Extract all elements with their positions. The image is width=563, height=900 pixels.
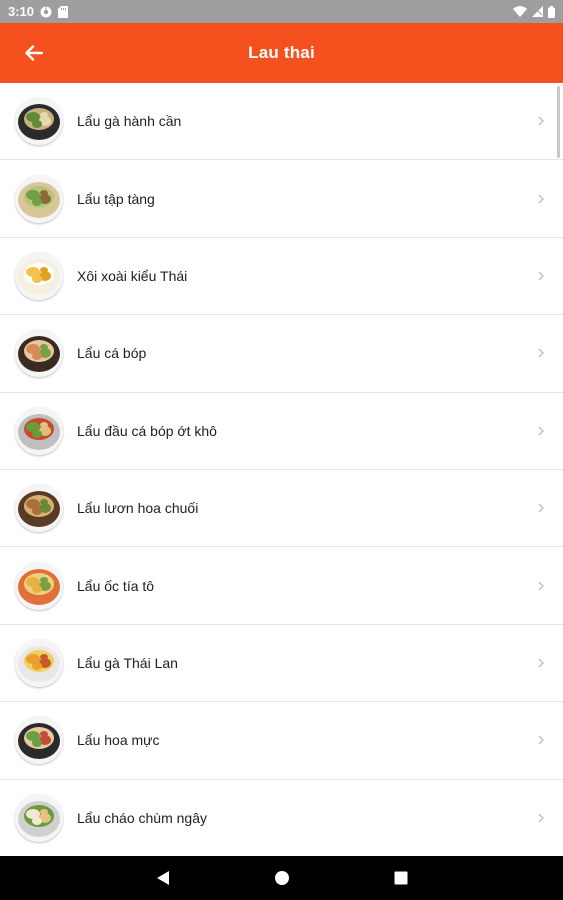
list-item[interactable]: Lẩu cá bóp <box>0 315 563 393</box>
list-item-label: Lẩu hoa mực <box>77 732 160 749</box>
chevron-right-icon <box>538 503 544 513</box>
list-item[interactable]: Lẩu đầu cá bóp ớt khô <box>0 393 563 470</box>
list-item[interactable]: Lẩu cháo chùm ngây <box>0 780 563 856</box>
chevron-right-icon <box>538 348 544 358</box>
dish-thumbnail <box>15 406 63 455</box>
nav-recents-button[interactable] <box>389 866 413 890</box>
sd-card-icon <box>58 5 69 18</box>
chevron-right-icon <box>538 735 544 745</box>
status-left: 3:10 <box>8 4 69 19</box>
list-item[interactable]: Lẩu gà hành cần <box>0 83 563 161</box>
list-item-label: Lẩu đầu cá bóp ớt khô <box>77 422 217 439</box>
app-bar: Lau thai <box>0 23 563 83</box>
list-item-label: Lẩu tập tàng <box>77 190 155 207</box>
status-time: 3:10 <box>8 4 35 19</box>
signal-icon <box>532 6 543 17</box>
chevron-right-icon <box>538 581 544 590</box>
nav-recents-icon <box>394 871 407 885</box>
list-item-label: Lẩu gà Thái Lan <box>77 654 178 671</box>
chevron-right-icon <box>538 813 544 823</box>
chevron-right-icon <box>538 271 544 281</box>
list-item[interactable]: Lẩu hoa mực <box>0 702 563 780</box>
list-item-label: Lẩu lươn hoa chuối <box>77 500 199 517</box>
list-item-label: Lẩu gà hành cần <box>77 113 182 130</box>
nav-back-button[interactable] <box>151 866 175 890</box>
list-item[interactable]: Xôi xoài kiểu Thái <box>0 238 563 316</box>
chevron-right-icon <box>538 658 544 668</box>
recipe-list[interactable]: Lẩu gà hành cần Lẩu tập tàng Xôi xoài kiểu… <box>0 83 563 856</box>
dish-thumbnail <box>15 97 63 146</box>
list-item[interactable]: Lẩu ốc tía tô <box>0 547 563 625</box>
list-item-label: Lẩu cá bóp <box>77 345 147 362</box>
nav-home-icon <box>274 871 289 885</box>
dish-thumbnail <box>15 484 63 533</box>
nav-back-icon <box>156 871 169 885</box>
status-bar: 3:10 <box>0 0 563 23</box>
arrow-back-icon <box>25 45 43 61</box>
screen: 3:10 Lau thai Lẩu gà hành cần Lẩu tập tà… <box>0 0 563 900</box>
page-title: Lau thai <box>248 43 315 62</box>
dish-thumbnail <box>15 793 63 842</box>
dish-thumbnail <box>15 329 63 378</box>
back-button[interactable] <box>14 33 54 73</box>
navigation-bar <box>0 856 563 900</box>
dish-thumbnail <box>15 174 63 223</box>
nav-home-button[interactable] <box>270 866 294 890</box>
dish-thumbnail <box>15 251 63 300</box>
list-item-label: Lẩu cháo chùm ngây <box>77 809 207 826</box>
chrome-icon <box>40 6 52 18</box>
dish-thumbnail <box>15 716 63 765</box>
chevron-right-icon <box>538 194 544 204</box>
battery-icon <box>548 5 555 18</box>
scrollbar[interactable] <box>557 86 560 158</box>
wifi-icon <box>513 6 527 17</box>
list-item[interactable]: Lẩu gà Thái Lan <box>0 625 563 703</box>
list-item-label: Lẩu ốc tía tô <box>77 577 155 594</box>
chevron-right-icon <box>538 116 544 126</box>
list-item[interactable]: Lẩu lươn hoa chuối <box>0 470 563 548</box>
dish-thumbnail <box>15 638 63 687</box>
status-right <box>513 5 555 18</box>
chevron-right-icon <box>538 426 544 436</box>
list-item-label: Xôi xoài kiểu Thái <box>77 267 188 284</box>
list-item[interactable]: Lẩu tập tàng <box>0 160 563 238</box>
dish-thumbnail <box>15 561 63 610</box>
